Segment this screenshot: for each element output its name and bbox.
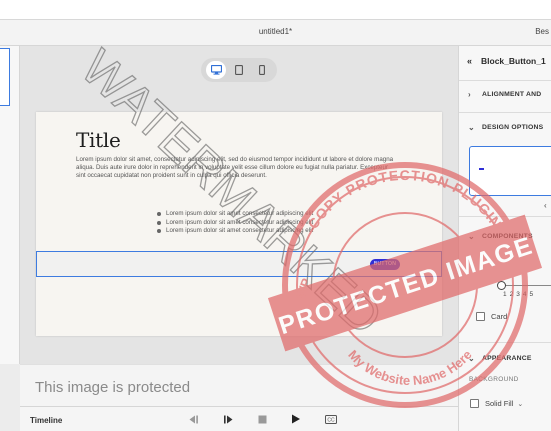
- section-appearance-label: APPEARANCE: [482, 355, 532, 362]
- design-option-preview: [479, 168, 484, 170]
- playback-controls: CC: [188, 414, 337, 424]
- timeline-label: Timeline: [30, 416, 63, 425]
- fill-option[interactable]: Solid Fill ⌄: [459, 399, 551, 408]
- background-label: BACKGROUND: [469, 376, 519, 383]
- section-design-options[interactable]: ⌄ DESIGN OPTIONS: [459, 123, 551, 132]
- top-right-label[interactable]: Bes: [535, 27, 549, 36]
- fill-checkbox[interactable]: [470, 399, 479, 408]
- tablet-icon[interactable]: [229, 61, 249, 79]
- svg-text:CC: CC: [327, 417, 335, 423]
- page-title[interactable]: Title: [76, 128, 121, 152]
- page-artboard[interactable]: Title Lorem ipsum dolor sit amet, consec…: [36, 112, 442, 336]
- slider-tick: 4: [522, 291, 527, 298]
- divider: [459, 112, 551, 113]
- list-item[interactable]: Lorem ipsum dolor sit amet consectetur a…: [157, 227, 313, 236]
- list-item[interactable]: Lorem ipsum dolor sit amet consectetur a…: [157, 210, 313, 219]
- section-components-label: COMPONENTS: [482, 233, 533, 240]
- left-rail-selected-item[interactable]: [0, 48, 10, 106]
- page-bullet-list[interactable]: Lorem ipsum dolor sit amet consectetur a…: [157, 210, 313, 236]
- panel-header[interactable]: « Block_Button_1: [459, 56, 551, 66]
- section-appearance[interactable]: ⌄ APPEARANCE: [459, 354, 551, 363]
- step-forward-icon[interactable]: [223, 415, 234, 424]
- play-icon[interactable]: [291, 414, 301, 424]
- double-chevron-left-icon[interactable]: «: [467, 56, 481, 66]
- slider-tick: 2: [509, 291, 514, 298]
- chevron-right-icon: ›: [468, 90, 471, 99]
- slider-tick: 5: [529, 291, 534, 298]
- slider-tick: 1: [503, 291, 507, 298]
- captions-icon[interactable]: CC: [325, 414, 337, 424]
- divider: [459, 216, 551, 217]
- section-design-label: DESIGN OPTIONS: [482, 124, 544, 131]
- protection-banner: This image is protected: [20, 364, 458, 406]
- properties-panel: « Block_Button_1 › ALIGNMENT AND ⌄ DESIG…: [458, 46, 551, 431]
- slider-handle[interactable]: [497, 281, 506, 290]
- slider-track[interactable]: [501, 285, 551, 286]
- desktop-icon[interactable]: [206, 61, 227, 79]
- slider-ticks: 1 2 3 4 5: [503, 291, 533, 298]
- chevron-left-icon[interactable]: ‹: [544, 201, 547, 210]
- card-label: Card: [491, 312, 508, 321]
- title-bar: untitled1* Bes: [0, 20, 551, 46]
- selected-button-block[interactable]: BUTTON: [36, 251, 442, 277]
- design-option-card[interactable]: [469, 146, 551, 196]
- divider: [459, 342, 551, 343]
- chevron-down-icon: ⌄: [468, 354, 475, 363]
- card-checkbox[interactable]: [476, 312, 485, 321]
- section-components[interactable]: ⌄ COMPONENTS: [459, 232, 551, 241]
- section-alignment[interactable]: › ALIGNMENT AND: [459, 90, 551, 99]
- section-alignment-label: ALIGNMENT AND: [482, 91, 542, 98]
- device-toggle: [201, 58, 277, 82]
- document-title: untitled1*: [258, 27, 293, 36]
- page-button[interactable]: BUTTON: [370, 259, 400, 270]
- slider-tick: 3: [516, 291, 520, 298]
- divider: [459, 80, 551, 81]
- step-back-icon[interactable]: [188, 415, 199, 424]
- stop-icon[interactable]: [258, 415, 267, 424]
- browser-top-strip: [0, 0, 551, 20]
- design-canvas[interactable]: Title Lorem ipsum dolor sit amet, consec…: [20, 46, 458, 364]
- fill-label: Solid Fill: [485, 399, 514, 408]
- timeline-bar: Timeline CC: [20, 406, 458, 431]
- list-item[interactable]: Lorem ipsum dolor sit amet consectetur a…: [157, 219, 313, 228]
- block-name: Block_Button_1: [481, 56, 546, 66]
- chevron-down-icon: ⌄: [468, 123, 475, 132]
- chevron-down-icon: ⌄: [468, 232, 475, 241]
- protection-text: This image is protected: [35, 379, 191, 396]
- card-option[interactable]: Card: [459, 312, 551, 321]
- page-paragraph[interactable]: Lorem ipsum dolor sit amet, consectetur …: [76, 156, 394, 180]
- mobile-icon[interactable]: [252, 61, 272, 79]
- chevron-down-icon[interactable]: ⌄: [517, 400, 523, 408]
